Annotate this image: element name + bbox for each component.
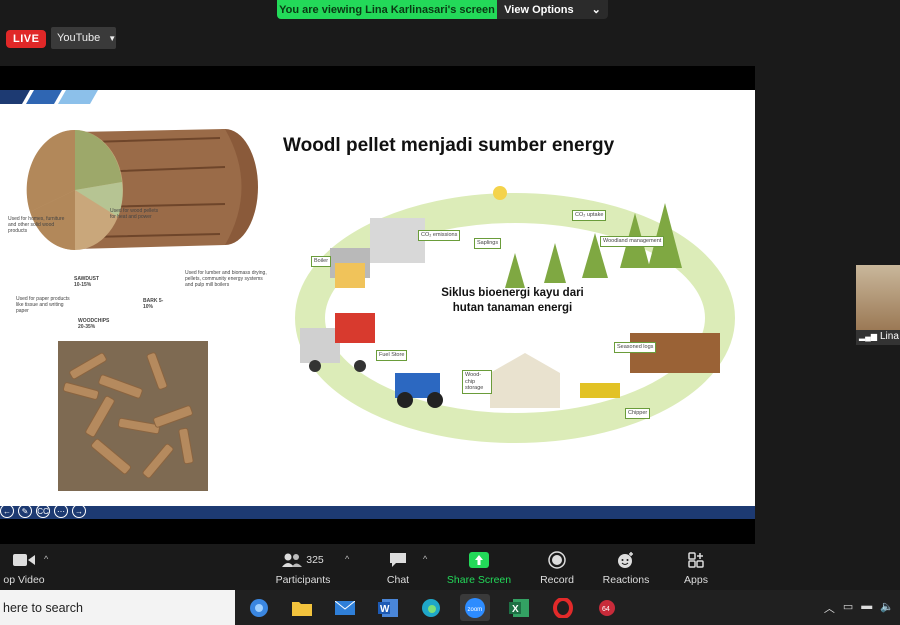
participant-name: Lina (879, 331, 899, 342)
participant-thumbnail[interactable]: ▂▄▆ Lina (856, 265, 900, 345)
prev-slide-icon[interactable]: ← (0, 504, 14, 518)
view-options-button[interactable]: View Options ⌄ (497, 0, 608, 19)
label-woodland: Woodland management (600, 236, 665, 247)
video-options-caret[interactable]: ^ (44, 554, 48, 564)
chevron-down-icon: ⌄ (591, 4, 601, 16)
view-options-label: View Options (504, 3, 574, 16)
apps-label: Apps (684, 574, 708, 586)
system-tray: ︿ ▭ ▬ 🔈 (824, 600, 894, 616)
caret-down-icon: ▼ (108, 33, 117, 43)
cycle-caption: Siklus bioenergi kayu dari hutan tanaman… (420, 286, 605, 316)
record-button[interactable]: Record (537, 545, 577, 590)
search-placeholder: here to search (3, 600, 83, 615)
record-label: Record (540, 574, 574, 586)
shared-screen: Woodl pellet menjadi sumber energy Used … (0, 66, 755, 544)
label-woodchips: WOODCHIPS 20-35% (78, 318, 110, 330)
svg-text:W: W (380, 604, 390, 615)
share-screen-icon (469, 549, 489, 571)
svg-text:X: X (512, 604, 519, 615)
share-screen-button[interactable]: Share Screen (446, 545, 512, 590)
label-seasoned: Seasoned logs (614, 342, 657, 353)
label-bark: BARK 5-10% (143, 298, 164, 310)
participants-button[interactable]: 325 Participants (272, 545, 334, 590)
slide-footer-bar (0, 506, 755, 519)
slide-title: Woodl pellet menjadi sumber energy (283, 135, 615, 156)
svg-text:zoom: zoom (468, 607, 483, 613)
opera-badge: 64 (602, 606, 610, 613)
label-saplings: Saplings (474, 238, 502, 249)
presentation-slide: Woodl pellet menjadi sumber energy Used … (0, 90, 755, 506)
more-icon[interactable]: ⋯ (54, 504, 68, 518)
stop-video-label: op Video (3, 574, 45, 586)
live-badge[interactable]: LIVE (6, 30, 47, 48)
opera-gx-icon[interactable]: 64 (592, 594, 622, 621)
word-icon[interactable]: W (373, 594, 403, 621)
participants-label: Participants (275, 574, 331, 586)
chat-button[interactable]: Chat (383, 545, 413, 590)
reactions-button[interactable]: Reactions (601, 545, 651, 590)
label-co2-emissions: CO₂ emissions (418, 230, 461, 241)
share-screen-label: Share Screen (446, 574, 512, 586)
label-paper: Used for paper products like tissue and … (16, 296, 70, 314)
network-icon[interactable]: ▭ (843, 600, 853, 616)
file-explorer-icon[interactable] (287, 594, 317, 621)
camera-icon (13, 549, 35, 571)
meeting-toolbar: op Video ^ 325 Participants ^ Chat ^ Sha… (0, 545, 900, 590)
chat-options-caret[interactable]: ^ (423, 554, 427, 564)
label-homes: Used for homes, furniture and other soli… (8, 216, 65, 234)
edge-icon[interactable] (416, 594, 446, 621)
slide-decor-stripes (0, 90, 98, 104)
signal-icon: ▂▄▆ (859, 332, 877, 341)
excel-icon[interactable]: X (504, 594, 534, 621)
wood-pellets-photo (58, 341, 208, 491)
label-boiler: Boiler (311, 256, 332, 267)
smiley-icon (617, 549, 635, 571)
viewing-banner: You are viewing Lina Karlinasari's scree… (277, 0, 608, 19)
participants-options-caret[interactable]: ^ (345, 554, 349, 564)
taskbar-search[interactable]: here to search (0, 590, 235, 625)
stop-video-button[interactable]: op Video (0, 545, 48, 590)
pen-icon[interactable]: ✎ (18, 504, 32, 518)
battery-icon[interactable]: ▬ (861, 600, 872, 616)
reactions-label: Reactions (602, 574, 650, 586)
cycle-caption-line1: Siklus bioenergi kayu dari (441, 287, 584, 299)
participants-count: 325 (306, 554, 324, 566)
label-fuel-store: Fuel Store (376, 350, 408, 361)
participant-name-tag: ▂▄▆ Lina (859, 331, 899, 342)
participants-icon: 325 (282, 549, 324, 571)
next-slide-icon[interactable]: → (72, 504, 86, 518)
chat-icon (389, 549, 407, 571)
platform-label: YouTube (57, 32, 101, 44)
record-icon (548, 549, 566, 571)
apps-button[interactable]: Apps (682, 545, 710, 590)
mail-icon[interactable] (330, 594, 360, 621)
chevron-up-icon[interactable]: ︿ (824, 600, 835, 616)
slide-nav-tools: ← ✎ CC ⋯ → (0, 504, 86, 518)
viewing-text: You are viewing Lina Karlinasari's scree… (277, 0, 497, 19)
opera-icon[interactable] (548, 594, 578, 621)
cycle-caption-line2: hutan tanaman energi (452, 301, 573, 314)
meet-now-icon[interactable] (244, 594, 274, 621)
label-wood-pellets: Used for wood pellets for heat and power (110, 208, 159, 220)
chat-label: Chat (386, 574, 410, 586)
captions-icon[interactable]: CC (36, 504, 50, 518)
youtube-dropdown[interactable]: YouTube ▼ (51, 27, 116, 49)
participant-screen-preview (856, 265, 900, 330)
label-biomass: Used for lumber and biomass drying, pell… (185, 270, 267, 288)
label-chipper: Chipper (625, 408, 651, 419)
windows-taskbar: here to search W zoom X 64 ︿ ▭ ▬ 🔈 (0, 590, 900, 625)
zoom-window: You are viewing Lina Karlinasari's scree… (0, 0, 900, 625)
label-co2-uptake: CO₂ uptake (572, 210, 607, 221)
volume-icon[interactable]: 🔈 (880, 600, 894, 616)
zoom-app-icon[interactable]: zoom (460, 594, 490, 621)
label-sawdust: SAWDUST 10-15% (74, 276, 99, 288)
label-woodchip-storage: Wood-chip storage (462, 370, 492, 394)
apps-icon (688, 549, 704, 571)
